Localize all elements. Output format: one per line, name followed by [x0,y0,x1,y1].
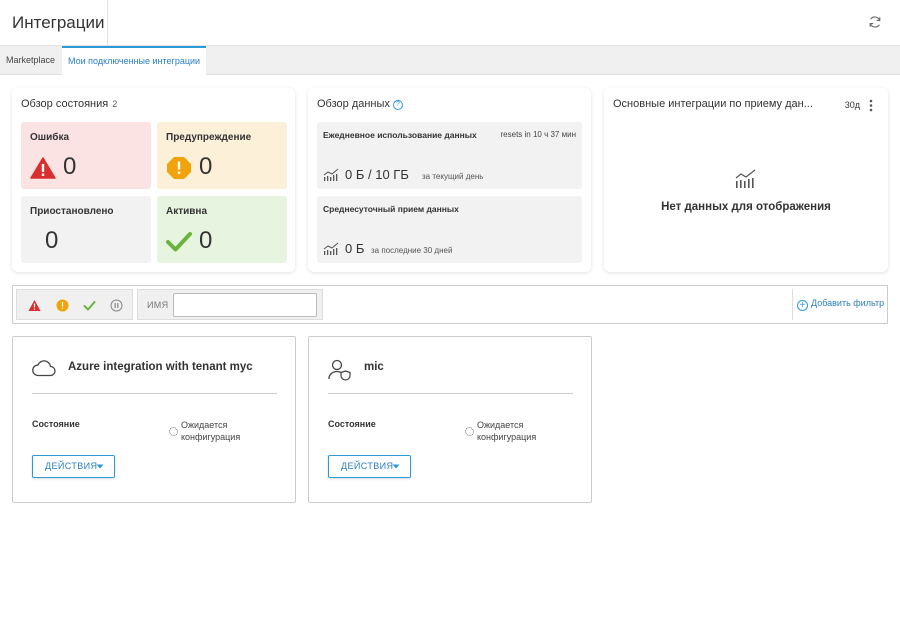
filter-divider [792,289,793,320]
active-filter-icon[interactable] [83,299,96,312]
name-filter-input[interactable] [173,293,317,317]
top-integrations-card: Основные интеграции по приему дан... 30д… [604,88,888,272]
card-divider [32,393,277,394]
actions-button-label: ДЕЙСТВИЯ [341,461,394,471]
status-overview-card: Обзор состояния 2 Ошибка 0 Предупреждение… [12,88,295,272]
chevron-down-icon [392,464,400,469]
help-icon[interactable]: ? [392,100,403,110]
tab-bar: Marketplace Мои подключенные интеграции [0,46,900,76]
title-divider [107,0,108,45]
actions-button-label: ДЕЙСТВИЯ [45,461,98,471]
name-filter-label: ИМЯ [147,300,169,310]
status-tile-label: Предупреждение [166,132,252,143]
no-data-message: Нет данных для отображения [661,201,831,213]
name-filter: ИМЯ [137,289,323,320]
tab-marketplace[interactable]: Marketplace [0,46,61,75]
refresh-icon[interactable] [868,15,882,29]
status-tile-value: 0 [199,153,213,180]
pending-spinner-icon [169,427,178,436]
plus-circle-icon: + [797,300,808,311]
daily-usage-label: Ежедневное использование данных [323,130,477,140]
status-filter-group [16,289,133,320]
state-label: Состояние [328,419,376,429]
average-ingest-sub: за последние 30 дней [371,246,453,255]
check-icon [166,232,192,252]
status-tile-value: 0 [63,153,77,180]
data-overview-card: Обзор данных? Ежедневное использование д… [308,88,591,272]
page-title: Интеграции [12,13,105,32]
add-filter-button[interactable]: + Добавить фильтр [797,298,884,311]
pending-spinner-icon [465,427,474,436]
status-overview-title: Обзор состояния 2 [21,98,117,110]
page-header: Интеграции [0,0,900,46]
state-value: Ожидается конфигурация [477,420,537,442]
state-value: Ожидается конфигурация [181,420,241,442]
user-shield-icon [328,359,351,381]
actions-button[interactable]: ДЕЙСТВИЯ [328,455,411,478]
error-filter-icon[interactable] [28,299,41,312]
more-options-icon[interactable] [869,99,873,112]
status-tile-paused[interactable]: Приостановлено 0 [21,196,151,263]
status-tile-value: 0 [199,227,213,254]
chart-trend-icon [735,169,756,188]
daily-usage-tile: Ежедневное использование данных resets i… [317,122,582,189]
chevron-down-icon [96,464,104,469]
status-tile-label: Ошибка [30,132,70,143]
daily-usage-value: 0 Б / 10 ГБ [345,167,409,182]
data-overview-title: Обзор данных? [317,98,403,110]
actions-button[interactable]: ДЕЙСТВИЯ [32,455,115,478]
period-selector[interactable]: 30д [845,100,860,110]
status-tile-label: Приостановлено [30,206,114,217]
filter-bar: ИМЯ + Добавить фильтр [12,285,888,324]
chart-trend-icon [323,168,339,181]
integration-name: Azure integration with tenant myc [68,361,253,373]
warning-octagon-icon [167,157,191,179]
paused-filter-icon[interactable] [110,299,123,312]
state-label: Состояние [32,419,80,429]
error-triangle-icon [30,157,56,179]
tab-my-integrations[interactable]: Мои подключенные интеграции [62,46,207,76]
status-tile-active[interactable]: Активна 0 [157,196,287,263]
warning-filter-icon[interactable] [56,299,69,312]
status-tile-value: 0 [45,227,59,254]
status-tile-label: Активна [166,206,208,217]
average-ingest-tile: Среднесуточный прием данных 0 Б за после… [317,196,582,263]
daily-usage-sub: за текущий день [422,172,484,181]
average-ingest-value: 0 Б [345,241,365,256]
average-ingest-label: Среднесуточный прием данных [323,204,459,214]
data-overview-title-text: Обзор данных [317,98,390,110]
add-filter-label: Добавить фильтр [811,298,885,308]
status-tile-warning[interactable]: Предупреждение 0 [157,122,287,189]
daily-reset-text: resets in 10 ч 37 мин [500,130,576,139]
chart-trend-icon [323,242,339,255]
integration-name: mic [364,361,384,373]
status-tile-error[interactable]: Ошибка 0 [21,122,151,189]
integration-card: Azure integration with tenant myc Состоя… [12,336,296,503]
status-overview-title-text: Обзор состояния [21,98,109,110]
card-divider [328,393,573,394]
top-integrations-title: Основные интеграции по приему дан... [613,98,813,110]
cloud-icon [32,360,56,377]
integration-card: mic Состояние Ожидается конфигурация ДЕЙ… [308,336,592,503]
status-count: 2 [112,99,118,109]
